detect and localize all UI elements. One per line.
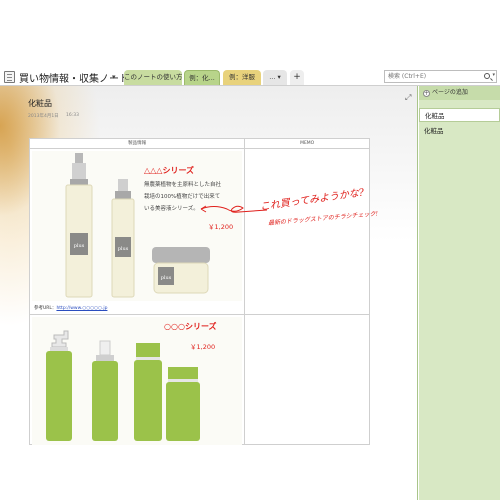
page-time: 16:33: [66, 113, 79, 118]
sidebar-page-item[interactable]: 化粧品: [419, 108, 500, 122]
add-page-label: ページの追加: [432, 89, 468, 96]
brand-label: plus: [161, 275, 172, 281]
product-cell[interactable]: plus plus plus △△△シリーズ 無農薬植物を主原料とした自社 栽培…: [28, 148, 246, 315]
memo-cell[interactable]: [244, 148, 370, 315]
page-title[interactable]: 化粧品: [28, 98, 52, 109]
product-description-line: 栽培の100%植物だけで出来て: [144, 194, 221, 200]
add-page-button[interactable]: + ページの追加: [419, 86, 500, 100]
column-header-memo[interactable]: MEMO: [244, 138, 370, 149]
tab-clothing-example[interactable]: 例：洋服: [223, 70, 261, 85]
search-scope-chevron-icon[interactable]: ▾: [492, 72, 495, 78]
search-box[interactable]: ▾: [384, 70, 497, 83]
product-image-green-series: [32, 317, 242, 445]
memo-arrow-drawing: [200, 205, 268, 213]
reference-url-label: 参考URL：: [34, 306, 57, 311]
sidebar-page-item[interactable]: 化粧品: [419, 124, 500, 138]
chevron-down-icon[interactable]: ▾: [112, 73, 116, 81]
table-header-row: 製品情報 MEMO: [28, 138, 370, 149]
tab-cosmetics-example[interactable]: 例：化...: [184, 70, 220, 85]
search-input[interactable]: [385, 71, 496, 82]
product-cell[interactable]: ○○○シリーズ ￥1,200: [28, 314, 246, 445]
search-icon[interactable]: [484, 73, 490, 79]
page-list-sidebar: + ページの追加 化粧品 化粧品: [419, 86, 500, 500]
brand-label: plus: [74, 243, 85, 249]
add-page-icon: +: [423, 90, 430, 97]
note-page[interactable]: 化粧品 2013年4月1日 16:33 ⤢ 製品情報 MEMO plus plu…: [0, 86, 418, 500]
table-row: ○○○シリーズ ￥1,200: [28, 314, 370, 445]
expand-icon[interactable]: ⤢: [405, 93, 411, 103]
tab-more-label: ...: [269, 73, 276, 81]
tab-how-to-use[interactable]: このノートの使い方: [124, 70, 182, 85]
product-series-title: △△△シリーズ: [144, 166, 195, 175]
notebook-icon[interactable]: [4, 71, 15, 83]
product-series-title: ○○○シリーズ: [164, 322, 217, 331]
brand-label: plus: [118, 246, 129, 252]
notebook-tab-bar: 買い物情報・収集ノート ▾ このノートの使い方 例：化... 例：洋服 ... …: [0, 68, 500, 86]
product-price: ￥1,200: [190, 343, 216, 351]
table-row: plus plus plus △△△シリーズ 無農薬植物を主原料とした自社 栽培…: [28, 148, 370, 315]
add-section-button[interactable]: +: [290, 70, 304, 85]
page-date: 2013年4月1日: [28, 114, 59, 119]
reference-url: 参考URL：http://www.○○○○○.jp: [34, 305, 107, 311]
product-table: 製品情報 MEMO plus plus plus △△△シリーズ 無農薬植物を主…: [28, 138, 370, 445]
tab-more[interactable]: ... ▾: [263, 70, 287, 85]
column-header-product-info[interactable]: 製品情報: [28, 138, 246, 149]
reference-url-link[interactable]: http://www.○○○○○.jp: [56, 306, 107, 311]
product-price: ￥1,200: [208, 223, 234, 231]
memo-cell[interactable]: [244, 314, 370, 445]
product-description-line: 無農薬植物を主原料とした自社: [144, 182, 222, 188]
product-description-line: いる美容液シリーズ。: [144, 206, 199, 212]
